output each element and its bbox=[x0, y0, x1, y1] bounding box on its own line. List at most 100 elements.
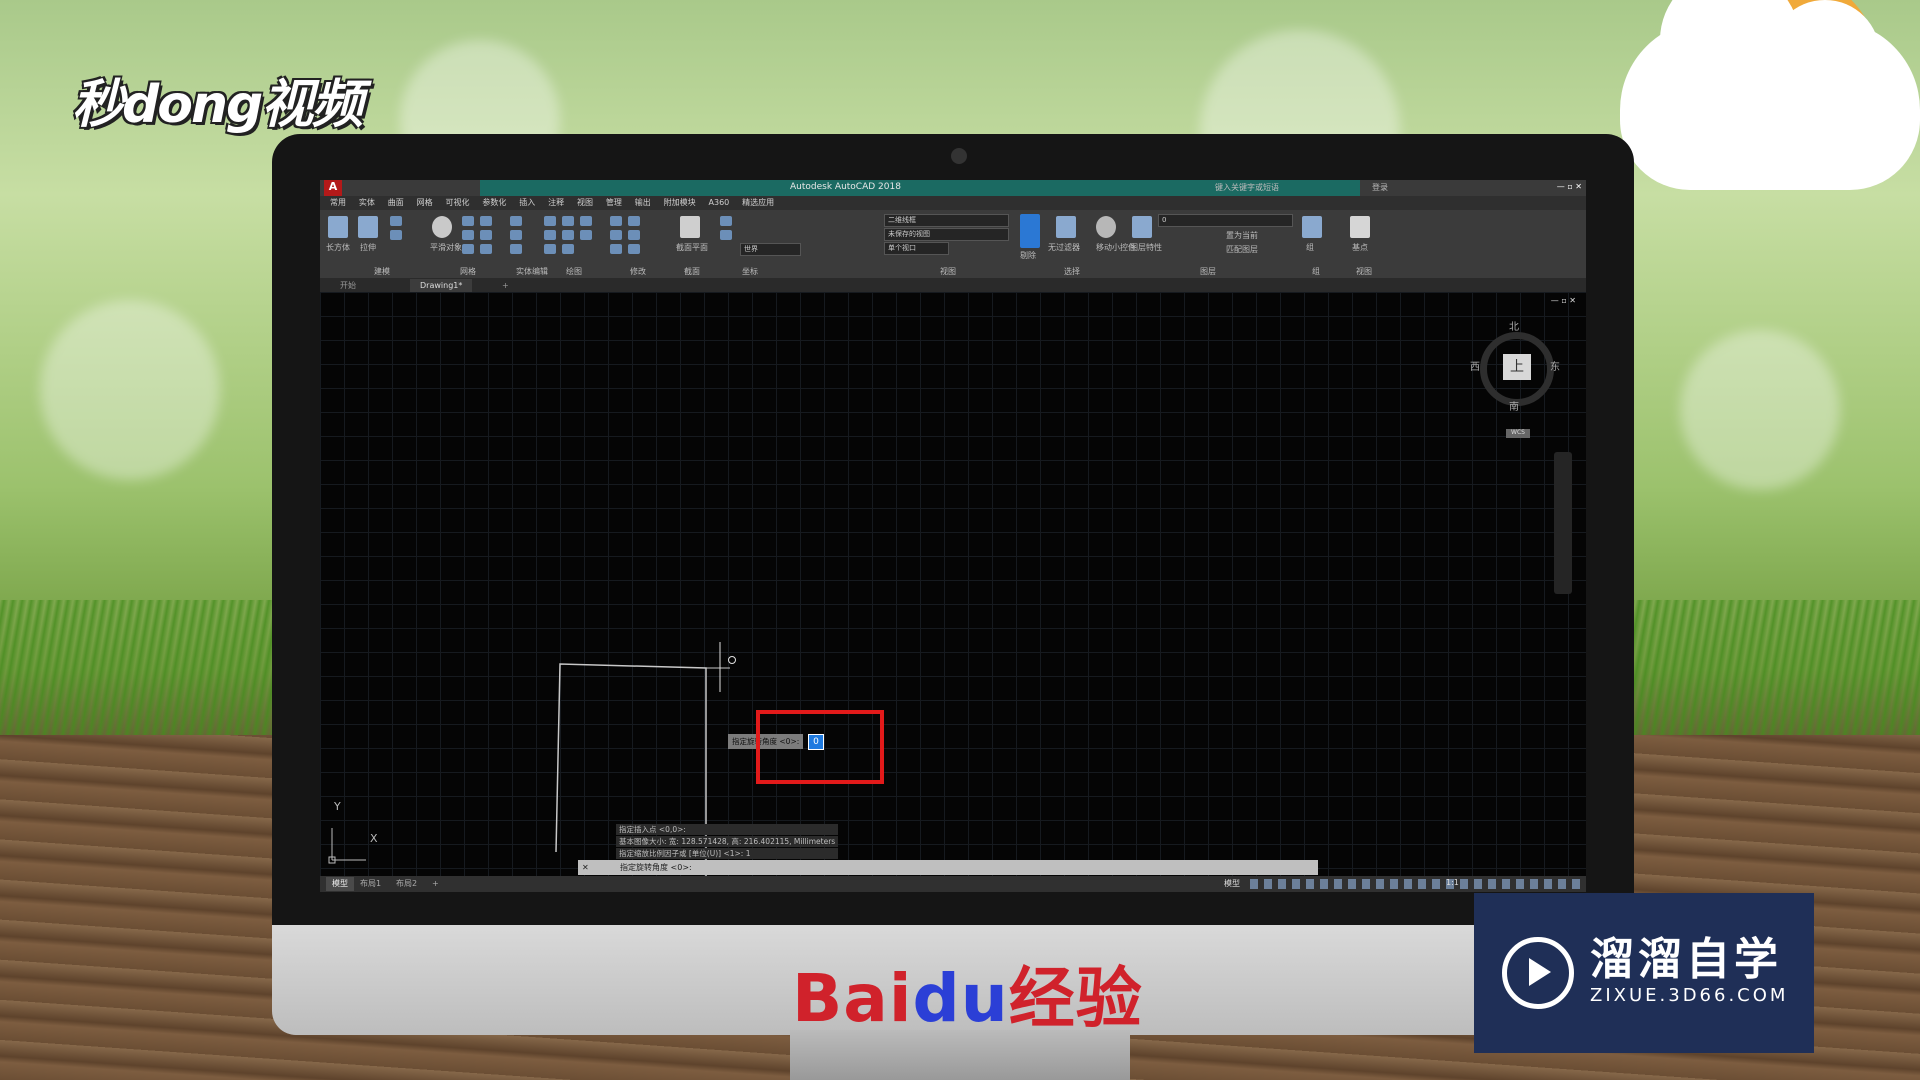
layout-tab-model[interactable]: 模型 bbox=[326, 877, 354, 891]
ribbon-tab[interactable]: 曲面 bbox=[388, 196, 404, 210]
document-tabs: 开始 Drawing1* + bbox=[320, 278, 1586, 292]
draw-tool-icon[interactable] bbox=[580, 216, 592, 226]
tool-icon[interactable] bbox=[390, 216, 402, 226]
panel-label[interactable]: 绘图 bbox=[566, 266, 582, 277]
model-space-toggle[interactable]: 模型 bbox=[1224, 878, 1240, 889]
tab-drawing1[interactable]: Drawing1* bbox=[410, 279, 473, 292]
panel-label[interactable]: 选择 bbox=[1064, 266, 1080, 277]
tool-icon[interactable] bbox=[480, 230, 492, 240]
panel-label[interactable]: 实体编辑 bbox=[516, 266, 548, 277]
modify-tool-icon[interactable] bbox=[610, 216, 622, 226]
match-layer-label[interactable]: 匹配图层 bbox=[1226, 244, 1258, 255]
draw-tool-icon[interactable] bbox=[562, 216, 574, 226]
ribbon-tab[interactable]: 可视化 bbox=[446, 196, 470, 210]
draw-tool-icon[interactable] bbox=[544, 230, 556, 240]
draw-tool-icon[interactable] bbox=[544, 244, 556, 254]
tool-icon[interactable] bbox=[462, 244, 474, 254]
panel-label[interactable]: 截面 bbox=[684, 266, 700, 277]
viewport-combo[interactable]: 单个视口 bbox=[884, 242, 949, 255]
culling-icon[interactable] bbox=[1020, 214, 1040, 248]
panel-label[interactable]: 建模 bbox=[374, 266, 390, 277]
tool-icon[interactable] bbox=[510, 216, 522, 226]
tool-icon[interactable] bbox=[480, 216, 492, 226]
ribbon-tab[interactable]: 精选应用 bbox=[742, 196, 774, 210]
culling-label: 剔除 bbox=[1020, 251, 1036, 260]
draw-tool-icon[interactable] bbox=[544, 216, 556, 226]
ribbon-tab[interactable]: 附加模块 bbox=[664, 196, 696, 210]
coord-icon[interactable] bbox=[720, 216, 732, 226]
ribbon-tab[interactable]: 输出 bbox=[635, 196, 651, 210]
status-toggle-icons[interactable] bbox=[1250, 879, 1580, 889]
base-point-icon[interactable] bbox=[1350, 216, 1370, 238]
smooth-object-icon[interactable] bbox=[432, 216, 452, 238]
box-tool-icon[interactable] bbox=[328, 216, 348, 238]
draw-tool-icon[interactable] bbox=[562, 230, 574, 240]
window-controls[interactable]: — ▫ ✕ bbox=[1557, 182, 1582, 191]
ribbon-tab[interactable]: 参数化 bbox=[482, 196, 506, 210]
ribbon-tab[interactable]: 注释 bbox=[548, 196, 564, 210]
draw-tool-icon[interactable] bbox=[562, 244, 574, 254]
visual-style-combo[interactable]: 二维线框 bbox=[884, 214, 1009, 227]
coord-icon[interactable] bbox=[720, 230, 732, 240]
ribbon-tab[interactable]: 插入 bbox=[519, 196, 535, 210]
tool-icon[interactable] bbox=[390, 230, 402, 240]
layer-properties-icon[interactable] bbox=[1132, 216, 1152, 238]
set-current-label[interactable]: 置为当前 bbox=[1226, 230, 1258, 241]
group-icon[interactable] bbox=[1302, 216, 1322, 238]
modify-tool-icon[interactable] bbox=[628, 230, 640, 240]
ribbon-tab[interactable]: A360 bbox=[709, 196, 730, 210]
tool-icon[interactable] bbox=[510, 230, 522, 240]
miaodong-logo: 秒dong视频 bbox=[72, 75, 363, 135]
extrude-tool-icon[interactable] bbox=[358, 216, 378, 238]
modify-tool-icon[interactable] bbox=[628, 216, 640, 226]
panel-label[interactable]: 图层 bbox=[1200, 266, 1216, 277]
tab-start[interactable]: 开始 bbox=[330, 279, 366, 292]
ribbon-tab[interactable]: 实体 bbox=[359, 196, 375, 210]
modify-tool-icon[interactable] bbox=[628, 244, 640, 254]
filter-icon[interactable] bbox=[1056, 216, 1076, 238]
panel-label[interactable]: 视图 bbox=[940, 266, 956, 277]
history-line: 指定插入点 <0,0>: bbox=[616, 824, 839, 835]
play-icon bbox=[1502, 937, 1574, 1009]
autocad-app-button[interactable]: A bbox=[324, 180, 342, 196]
close-icon[interactable]: ✕ bbox=[582, 860, 589, 875]
view-combo[interactable]: 未保存的视图 bbox=[884, 228, 1009, 241]
signin-button[interactable]: 登录 bbox=[1372, 182, 1388, 193]
new-tab-button[interactable]: + bbox=[492, 279, 519, 292]
add-layout-button[interactable]: + bbox=[426, 877, 445, 891]
modify-tool-icon[interactable] bbox=[610, 244, 622, 254]
layout-tab-1[interactable]: 布局1 bbox=[354, 877, 387, 891]
command-line[interactable]: ✕ 指定旋转角度 <0>: bbox=[578, 860, 1318, 875]
layer-combo[interactable]: 0 bbox=[1158, 214, 1293, 227]
panel-label[interactable]: 组 bbox=[1312, 266, 1320, 277]
ribbon-tab[interactable]: 视图 bbox=[577, 196, 593, 210]
gizmo-icon[interactable] bbox=[1096, 216, 1116, 238]
ribbon-tab[interactable]: 管理 bbox=[606, 196, 622, 210]
panel-label[interactable]: 视图 bbox=[1356, 266, 1372, 277]
tool-icon[interactable] bbox=[510, 244, 522, 254]
box-label: 长方体 bbox=[326, 243, 350, 252]
section-plane-icon[interactable] bbox=[680, 216, 700, 238]
annotation-scale[interactable]: 1:1 bbox=[1446, 878, 1459, 887]
filter-label: 无过滤器 bbox=[1048, 243, 1080, 252]
base-label: 基点 bbox=[1352, 243, 1368, 252]
jingyan-text: 经验 bbox=[1008, 960, 1143, 1037]
ribbon-tab[interactable]: 网格 bbox=[417, 196, 433, 210]
bokeh-light bbox=[40, 300, 220, 480]
draw-tool-icon[interactable] bbox=[580, 230, 592, 240]
command-input[interactable]: 指定旋转角度 <0>: bbox=[620, 860, 692, 875]
modify-tool-icon[interactable] bbox=[610, 230, 622, 240]
panel-label[interactable]: 网格 bbox=[460, 266, 476, 277]
drawing-canvas[interactable]: — ▫ ✕ 上 北 南 东 西 WCS Y X 指定旋转角度 <0>: 0 指定… bbox=[320, 292, 1586, 876]
search-input[interactable]: 键入关键字或短语 bbox=[1215, 182, 1279, 193]
coord-combo[interactable]: 世界 bbox=[740, 243, 801, 256]
tool-icon[interactable] bbox=[462, 230, 474, 240]
ribbon-tab[interactable]: 常用 bbox=[330, 196, 346, 210]
tool-icon[interactable] bbox=[480, 244, 492, 254]
history-line: 基本图像大小: 宽: 128.571428, 高: 216.402115, Mi… bbox=[616, 836, 839, 847]
panel-label[interactable]: 坐标 bbox=[742, 266, 758, 277]
tool-icon[interactable] bbox=[462, 216, 474, 226]
layout-tab-2[interactable]: 布局2 bbox=[390, 877, 423, 891]
panel-label[interactable]: 修改 bbox=[630, 266, 646, 277]
bokeh-light bbox=[1680, 330, 1840, 490]
